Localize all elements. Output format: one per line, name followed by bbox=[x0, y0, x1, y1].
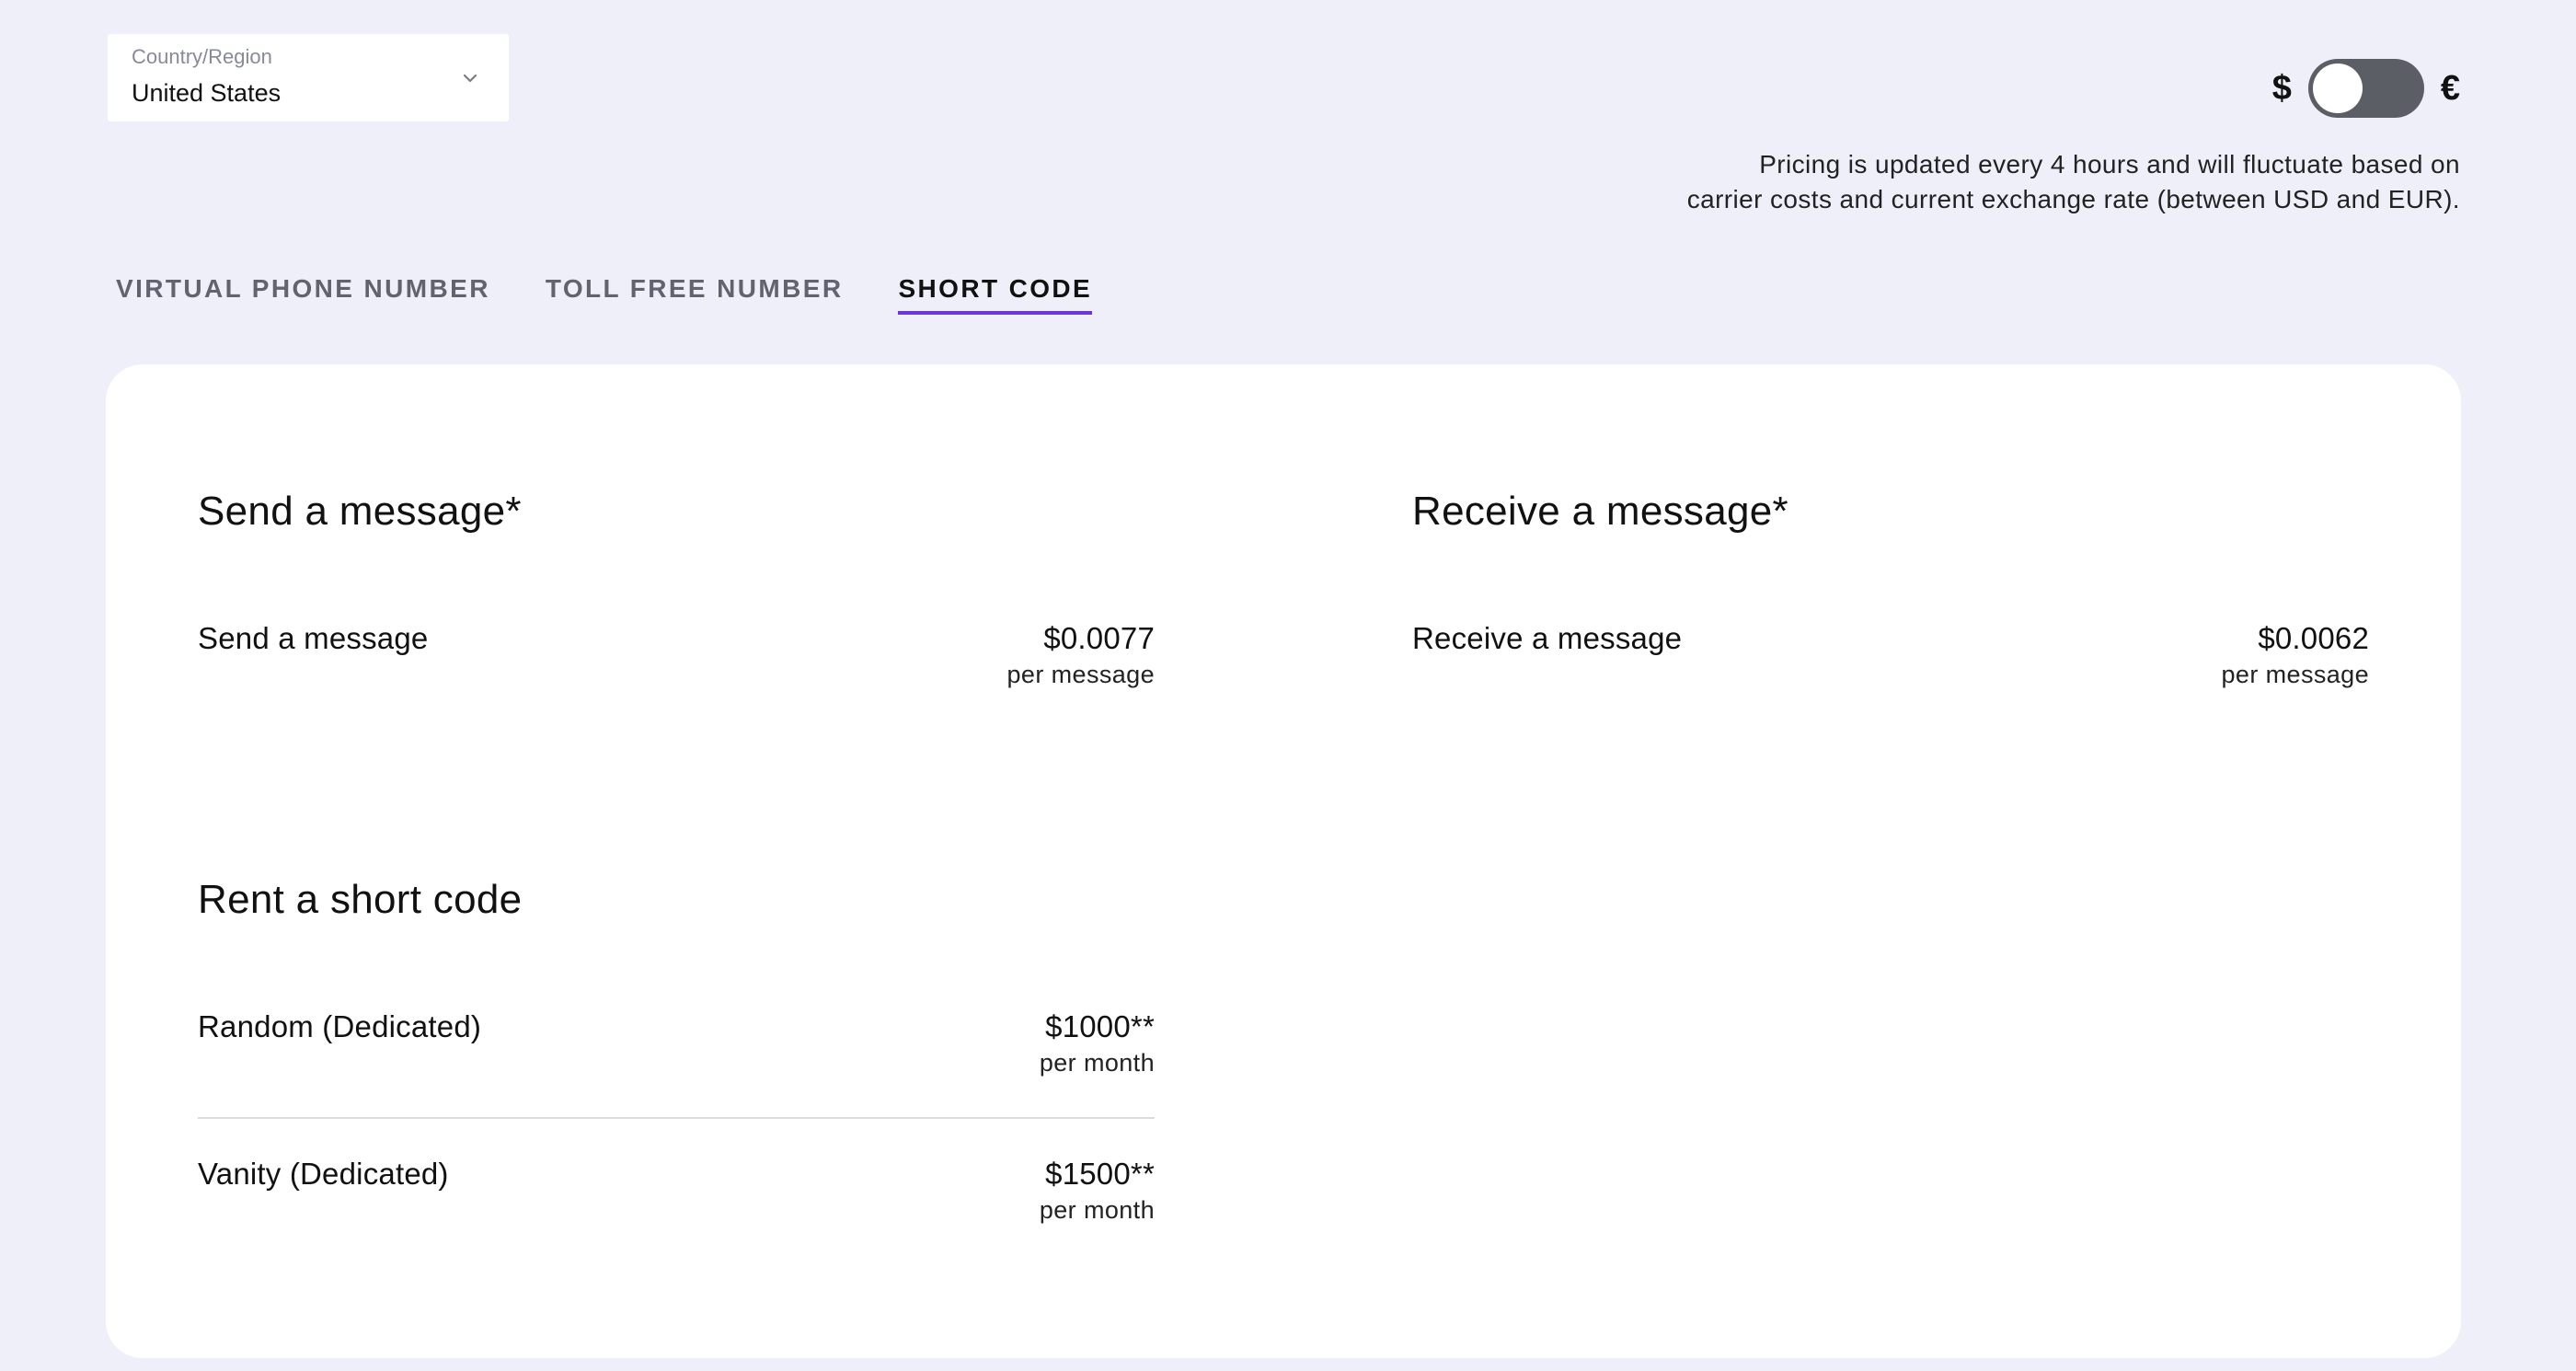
price-unit: per month bbox=[1039, 1196, 1155, 1224]
number-type-tabs: VIRTUAL PHONE NUMBER TOLL FREE NUMBER SH… bbox=[116, 274, 1093, 315]
country-region-value: United States bbox=[132, 79, 282, 107]
pricing-note-line-1: Pricing is updated every 4 hours and wil… bbox=[1759, 150, 2460, 179]
price-value: $0.0062 bbox=[2258, 621, 2369, 655]
row-label: Vanity (Dedicated) bbox=[198, 1157, 449, 1191]
send-section-title: Send a message* bbox=[198, 489, 522, 534]
country-region-select[interactable]: Country/Region United States bbox=[108, 34, 509, 121]
pricing-page: Country/Region United States $ € Pricing… bbox=[0, 0, 2576, 1371]
tab-virtual-phone-number[interactable]: VIRTUAL PHONE NUMBER bbox=[116, 274, 490, 315]
price-value: $1500** bbox=[1045, 1157, 1155, 1191]
price-value: $1000** bbox=[1045, 1009, 1155, 1043]
price-unit: per message bbox=[1006, 661, 1155, 688]
row-price: $1500** per month bbox=[1040, 1154, 1155, 1226]
pricing-card: Send a message* Send a message $0.0077 p… bbox=[106, 364, 2461, 1358]
price-row: Vanity (Dedicated) $1500** per month bbox=[198, 1154, 1155, 1229]
eur-symbol: € bbox=[2440, 69, 2460, 108]
receive-section-title: Receive a message* bbox=[1412, 489, 1788, 534]
pricing-note: Pricing is updated every 4 hours and wil… bbox=[1632, 147, 2460, 217]
rent-section: Rent a short code Random (Dedicated) $10… bbox=[198, 874, 1155, 1229]
pricing-note-line-2: carrier costs and current exchange rate … bbox=[1686, 185, 2460, 213]
row-divider bbox=[198, 1117, 1155, 1119]
row-price: $0.0077 per message bbox=[1007, 618, 1155, 690]
price-row: Send a message $0.0077 per message bbox=[198, 618, 1155, 762]
row-label: Random (Dedicated) bbox=[198, 1009, 482, 1043]
tab-toll-free-number[interactable]: TOLL FREE NUMBER bbox=[546, 274, 844, 315]
price-value: $0.0077 bbox=[1043, 621, 1155, 655]
chevron-down-icon bbox=[463, 74, 477, 83]
row-price: $1000** per month bbox=[1040, 1007, 1155, 1078]
price-unit: per message bbox=[2221, 661, 2369, 688]
receive-section: Receive a message* Receive a message $0.… bbox=[1412, 486, 2369, 762]
usd-symbol: $ bbox=[2271, 69, 2292, 108]
rent-section-title: Rent a short code bbox=[198, 877, 523, 922]
tab-short-code[interactable]: SHORT CODE bbox=[898, 274, 1093, 315]
row-label: Send a message bbox=[198, 621, 429, 655]
currency-toggle: $ € bbox=[2272, 59, 2460, 118]
row-price: $0.0062 per message bbox=[2222, 618, 2369, 690]
currency-switch[interactable] bbox=[2307, 59, 2424, 118]
price-row: Receive a message $0.0062 per message bbox=[1412, 618, 2369, 762]
price-row: Random (Dedicated) $1000** per month bbox=[198, 1007, 1155, 1082]
send-section: Send a message* Send a message $0.0077 p… bbox=[198, 486, 1155, 762]
row-label: Receive a message bbox=[1412, 621, 1683, 655]
country-region-label: Country/Region bbox=[132, 45, 272, 68]
price-unit: per month bbox=[1039, 1049, 1155, 1077]
switch-knob bbox=[2312, 63, 2363, 113]
